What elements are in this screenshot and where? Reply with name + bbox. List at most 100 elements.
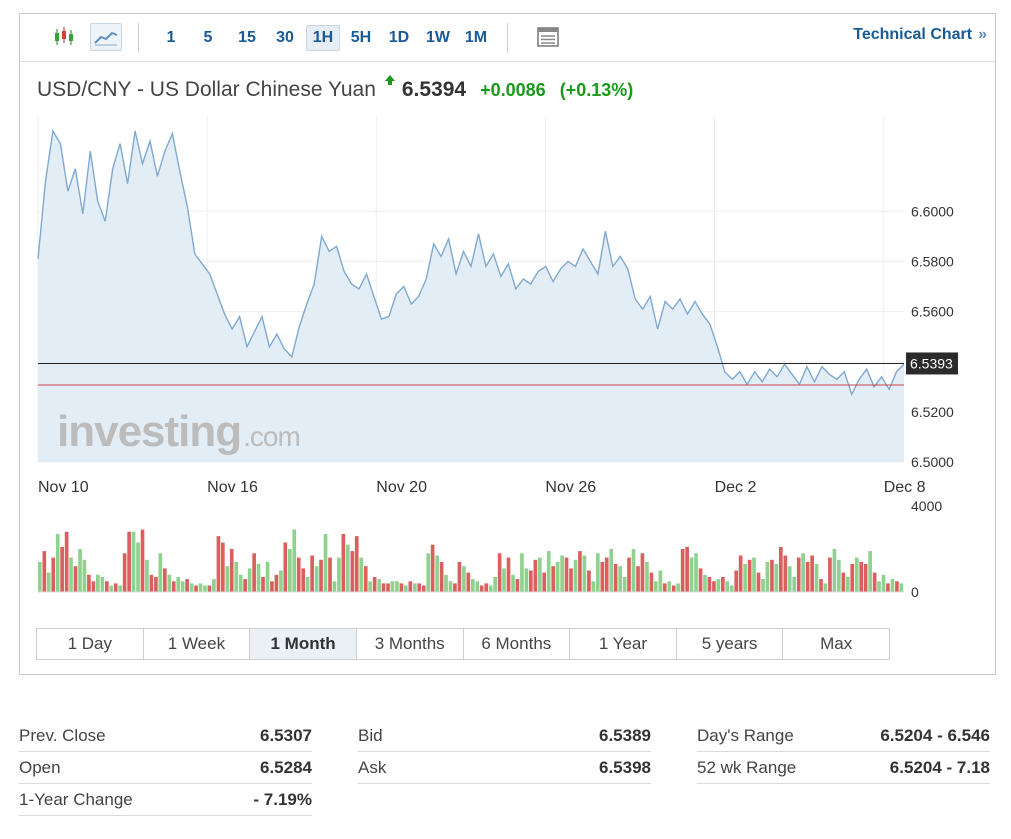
volume-bar	[542, 572, 547, 592]
volume-bar	[622, 577, 627, 592]
volume-bar	[332, 581, 337, 593]
volume-bar	[350, 551, 355, 592]
volume-bar	[819, 579, 823, 592]
volume-bar	[91, 581, 96, 593]
volume-bar	[377, 579, 381, 592]
y-tick-label: 6.5800	[911, 253, 954, 269]
volume-bar	[453, 583, 457, 592]
range-1-month[interactable]: 1 Month	[250, 629, 357, 659]
price-chart[interactable]: investing.com6.60006.58006.56006.52006.5…	[20, 14, 995, 614]
volume-bar	[747, 559, 752, 593]
volume-bar	[131, 531, 136, 592]
volume-bar	[337, 557, 341, 592]
volume-bar	[274, 574, 279, 592]
volume-bar	[631, 549, 636, 592]
volume-bar	[524, 568, 529, 593]
stat-value: 6.5307	[260, 726, 312, 745]
volume-bar	[296, 557, 301, 592]
volume-bar	[462, 566, 466, 592]
volume-bar	[662, 583, 667, 592]
volume-bar	[109, 585, 114, 592]
volume-bar	[645, 561, 649, 592]
volume-bar	[828, 557, 832, 592]
volume-bar	[319, 559, 323, 593]
volume-bar	[346, 544, 350, 592]
stat-value: 6.5389	[599, 726, 651, 745]
stat-label: Prev. Close	[19, 726, 106, 745]
range-selector: 1 Day 1 Week 1 Month 3 Months 6 Months 1…	[36, 628, 890, 660]
volume-min-label: 0	[911, 584, 919, 600]
volume-bar	[854, 557, 859, 592]
volume-bar	[573, 559, 578, 593]
y-tick-label: 6.5200	[911, 404, 954, 420]
volume-bar	[238, 574, 243, 592]
volume-bar	[721, 577, 725, 592]
volume-bar	[127, 531, 131, 592]
volume-bar	[136, 542, 140, 592]
volume-bar	[846, 577, 850, 592]
volume-bar	[680, 549, 685, 592]
volume-bar	[87, 574, 91, 592]
range-1-year[interactable]: 1 Year	[570, 629, 677, 659]
volume-bar	[444, 574, 448, 592]
volume-bar	[328, 557, 332, 592]
volume-bar	[832, 549, 837, 592]
volume-bar	[578, 551, 582, 592]
range-1-day[interactable]: 1 Day	[37, 629, 144, 659]
volume-bar	[899, 583, 904, 592]
volume-bar	[154, 577, 158, 592]
stat-label: 52 wk Range	[697, 758, 797, 777]
volume-bar	[792, 577, 797, 592]
volume-bar	[180, 581, 185, 593]
volume-bar	[421, 585, 426, 592]
stat-label: Open	[19, 758, 61, 777]
volume-bar	[756, 572, 761, 592]
volume-bar	[390, 581, 395, 593]
volume-bar	[105, 581, 109, 593]
volume-bar	[868, 551, 872, 592]
volume-bar	[613, 564, 618, 592]
volume-bar	[569, 568, 573, 593]
volume-bar	[783, 555, 788, 592]
volume-bar	[689, 557, 694, 592]
stat-prev-close: Prev. Close 6.5307	[19, 720, 312, 752]
volume-bar	[676, 583, 680, 592]
volume-bar	[301, 568, 306, 593]
stat-label: Day's Range	[697, 726, 794, 745]
volume-bar	[212, 579, 216, 592]
x-tick-label: Dec 2	[715, 479, 757, 496]
volume-bar	[46, 572, 51, 592]
volume-bar	[100, 577, 105, 592]
volume-bar	[270, 581, 274, 593]
volume-bar	[435, 555, 439, 592]
volume-bar	[555, 561, 560, 592]
range-6-months[interactable]: 6 Months	[464, 629, 571, 659]
volume-bar	[636, 566, 640, 592]
volume-bar	[234, 561, 239, 592]
range-3-months[interactable]: 3 Months	[357, 629, 464, 659]
volume-bar	[886, 583, 890, 592]
volume-bar	[872, 572, 877, 592]
volume-bar	[368, 581, 372, 593]
volume-bar	[225, 566, 230, 592]
range-max[interactable]: Max	[783, 629, 889, 659]
stat-days-range: Day's Range 6.5204 - 6.546	[697, 720, 990, 752]
range-5-years[interactable]: 5 years	[677, 629, 784, 659]
stat-value: 6.5284	[260, 758, 312, 777]
volume-bar	[814, 564, 819, 592]
volume-bar	[198, 583, 203, 592]
volume-bar	[64, 531, 69, 592]
volume-bar	[430, 544, 435, 592]
stat-label: 1-Year Change	[19, 790, 133, 809]
volume-bar	[149, 574, 154, 592]
volume-bar	[787, 566, 792, 592]
volume-bar	[413, 583, 417, 592]
volume-bar	[399, 583, 404, 592]
range-1-week[interactable]: 1 Week	[144, 629, 251, 659]
volume-bar	[292, 529, 297, 592]
volume-max-label: 4000	[911, 498, 942, 514]
volume-bar	[609, 549, 614, 592]
volume-bar	[243, 579, 247, 592]
volume-bar	[761, 579, 765, 592]
volume-bar	[734, 570, 739, 592]
